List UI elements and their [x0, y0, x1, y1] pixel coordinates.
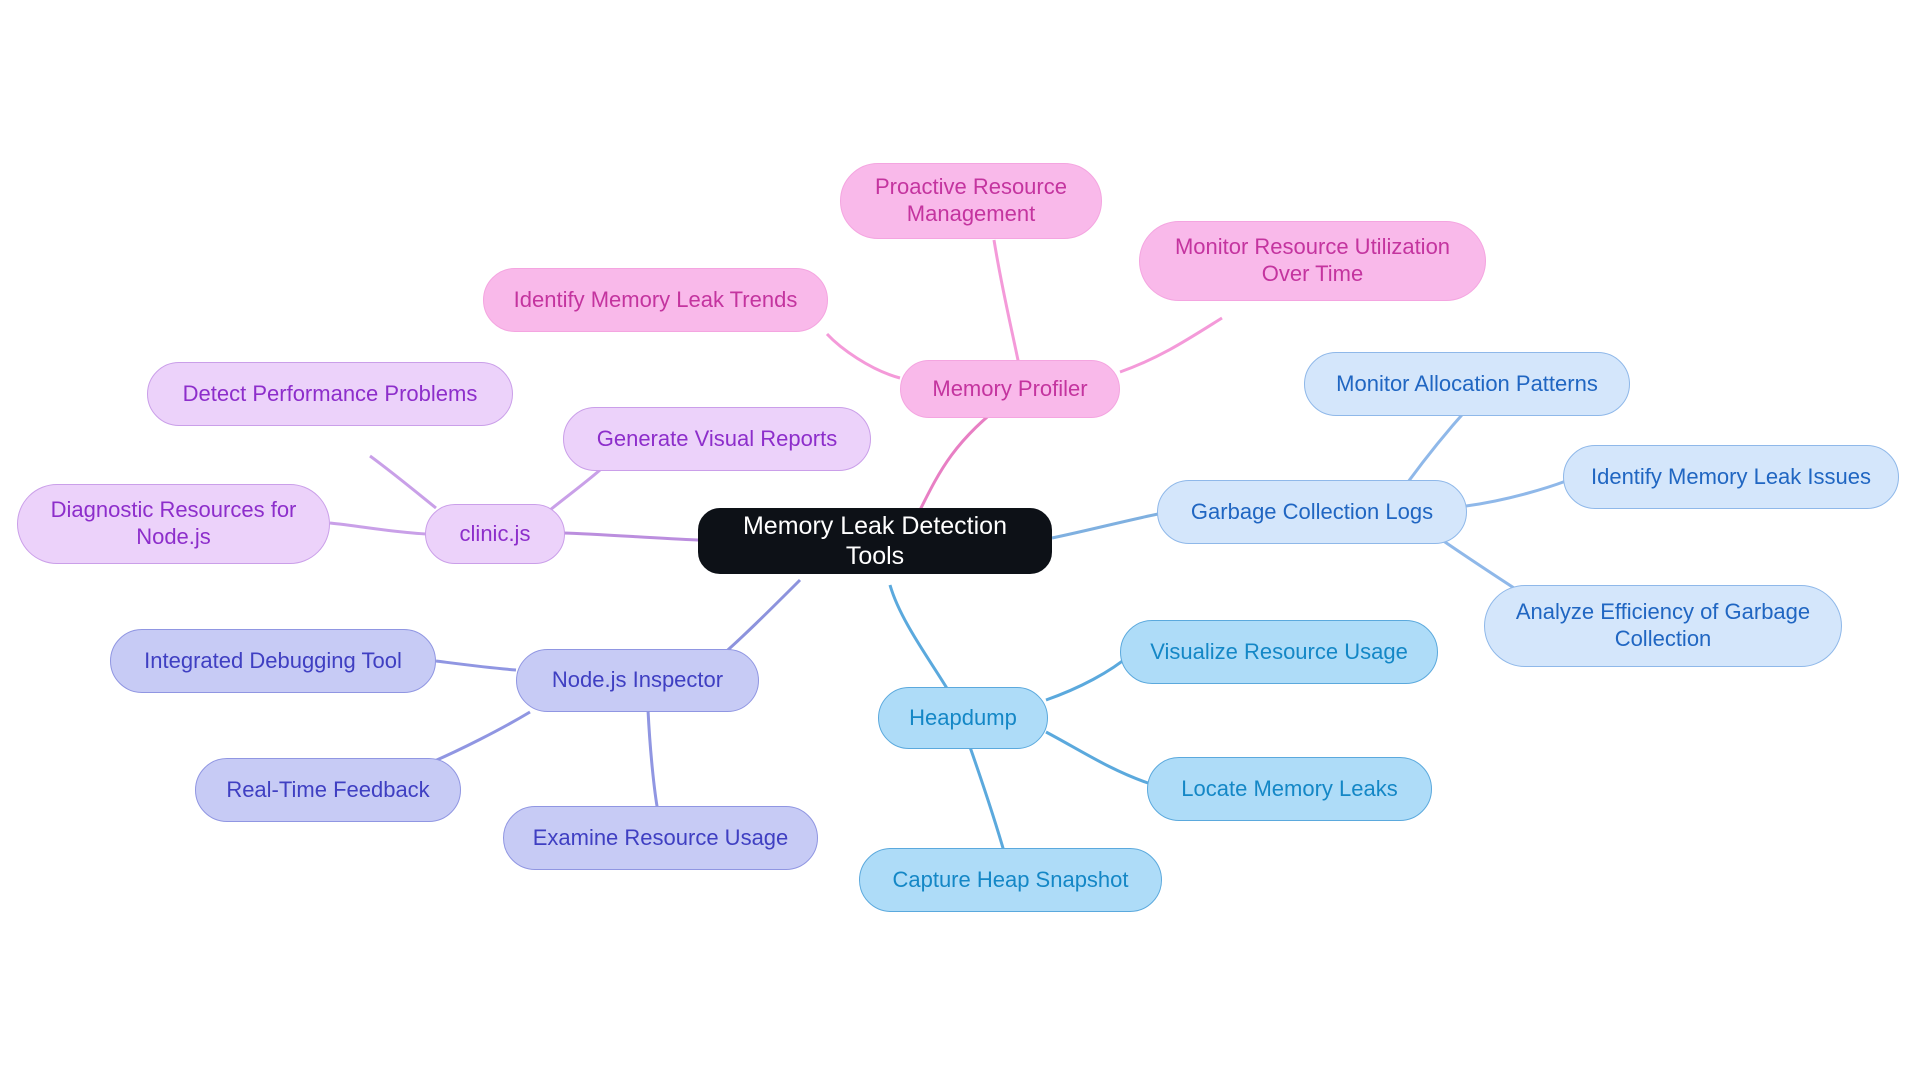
node-root[interactable]: Memory Leak Detection Tools	[698, 508, 1052, 574]
node-proactive-resource-management-label: Proactive Resource Management	[875, 174, 1067, 226]
node-root-label: Memory Leak Detection Tools	[742, 511, 1007, 571]
edge-heapdump-capture	[968, 746, 1007, 856]
edge-heapdump-visualize	[1045, 653, 1131, 702]
node-clinicjs[interactable]: clinic.js	[425, 504, 565, 564]
edge-memory-profiler-proactive	[992, 239, 1022, 371]
edge-root-gc-logs	[1051, 512, 1159, 540]
node-identify-memory-leak-trends-label: Identify Memory Leak Trends	[513, 286, 798, 312]
node-garbage-collection-logs[interactable]: Garbage Collection Logs	[1157, 480, 1467, 544]
edge-root-heapdump	[888, 584, 950, 691]
edge-memory-profiler-trends	[825, 332, 901, 380]
node-analyze-efficiency-garbage-collection-label: Analyze Efficiency of Garbage Collection	[1515, 599, 1811, 651]
node-analyze-efficiency-garbage-collection[interactable]: Analyze Efficiency of Garbage Collection	[1484, 585, 1842, 667]
node-identify-memory-leak-trends[interactable]: Identify Memory Leak Trends	[483, 268, 828, 332]
node-clinicjs-label: clinic.js	[459, 520, 531, 546]
node-nodejs-inspector[interactable]: Node.js Inspector	[516, 649, 759, 712]
node-heapdump-label: Heapdump	[909, 704, 1017, 730]
node-real-time-feedback-label: Real-Time Feedback	[226, 776, 430, 802]
edge-inspector-examine	[646, 709, 660, 813]
edge-heapdump-locate	[1045, 730, 1149, 785]
node-visualize-resource-usage-label: Visualize Resource Usage	[1150, 638, 1408, 664]
node-integrated-debugging-tool[interactable]: Integrated Debugging Tool	[110, 629, 436, 693]
node-heapdump[interactable]: Heapdump	[878, 687, 1048, 749]
node-proactive-resource-management[interactable]: Proactive Resource Management	[840, 163, 1102, 239]
edge-memory-profiler-monitor	[1119, 316, 1223, 374]
node-examine-resource-usage[interactable]: Examine Resource Usage	[503, 806, 818, 870]
edge-clinicjs-diagnostic	[329, 521, 427, 536]
node-memory-profiler-label: Memory Profiler	[932, 375, 1088, 401]
node-monitor-resource-utilization-label: Monitor Resource Utilization Over Time	[1174, 234, 1451, 286]
node-visualize-resource-usage[interactable]: Visualize Resource Usage	[1120, 620, 1438, 684]
node-capture-heap-snapshot[interactable]: Capture Heap Snapshot	[859, 848, 1162, 912]
node-diagnostic-resources-nodejs[interactable]: Diagnostic Resources for Node.js	[17, 484, 330, 564]
node-locate-memory-leaks[interactable]: Locate Memory Leaks	[1147, 757, 1432, 821]
node-detect-performance-problems-label: Detect Performance Problems	[182, 380, 478, 406]
node-locate-memory-leaks-label: Locate Memory Leaks	[1181, 775, 1398, 801]
edge-clinicjs-generate	[549, 468, 601, 512]
node-examine-resource-usage-label: Examine Resource Usage	[532, 824, 789, 850]
node-generate-visual-reports-label: Generate Visual Reports	[596, 425, 838, 451]
node-capture-heap-snapshot-label: Capture Heap Snapshot	[892, 866, 1129, 892]
node-identify-memory-leak-issues-label: Identify Memory Leak Issues	[1590, 463, 1871, 489]
edge-clinicjs-detect	[369, 454, 437, 510]
node-garbage-collection-logs-label: Garbage Collection Logs	[1190, 498, 1434, 524]
node-monitor-allocation-patterns[interactable]: Monitor Allocation Patterns	[1304, 352, 1630, 416]
edge-root-clinicjs	[561, 531, 699, 542]
node-identify-memory-leak-issues[interactable]: Identify Memory Leak Issues	[1563, 445, 1899, 509]
node-memory-profiler[interactable]: Memory Profiler	[900, 360, 1120, 418]
node-generate-visual-reports[interactable]: Generate Visual Reports	[563, 407, 871, 471]
node-diagnostic-resources-nodejs-label: Diagnostic Resources for Node.js	[50, 497, 297, 549]
mindmap-canvas: Memory Leak Detection Tools Memory Profi…	[0, 0, 1920, 1083]
edge-gc-monitor-allocation	[1406, 406, 1470, 483]
node-monitor-allocation-patterns-label: Monitor Allocation Patterns	[1336, 370, 1598, 396]
node-monitor-resource-utilization[interactable]: Monitor Resource Utilization Over Time	[1139, 221, 1486, 301]
node-detect-performance-problems[interactable]: Detect Performance Problems	[147, 362, 513, 426]
node-real-time-feedback[interactable]: Real-Time Feedback	[195, 758, 461, 822]
node-nodejs-inspector-label: Node.js Inspector	[551, 667, 724, 693]
node-integrated-debugging-tool-label: Integrated Debugging Tool	[144, 647, 402, 673]
edge-inspector-realtime	[429, 710, 531, 765]
edge-inspector-integrated	[435, 659, 517, 672]
edge-gc-identify-issues	[1465, 479, 1567, 508]
